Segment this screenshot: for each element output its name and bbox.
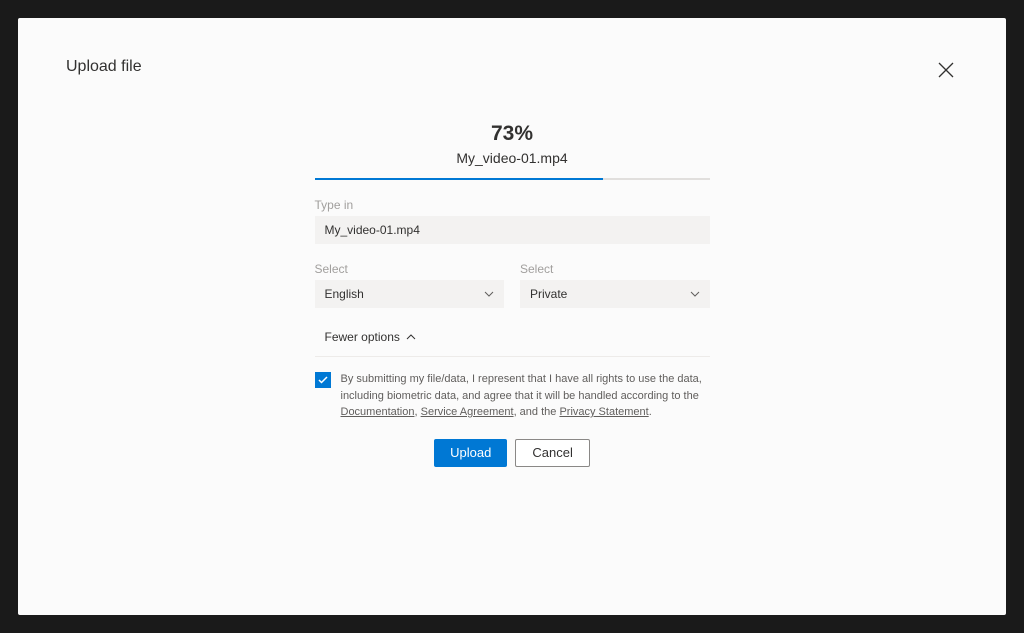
filename-label: Type in — [315, 198, 710, 212]
service-agreement-link[interactable]: Service Agreement — [421, 406, 514, 418]
fewer-options-label: Fewer options — [325, 330, 400, 344]
consent-text: By submitting my file/data, I represent … — [341, 371, 710, 421]
privacy-statement-link[interactable]: Privacy Statement — [559, 406, 648, 418]
upload-content: 73% My_video-01.mp4 Type in Select Engli… — [315, 122, 710, 467]
language-value: English — [325, 287, 364, 301]
checkmark-icon — [318, 376, 328, 384]
cancel-button[interactable]: Cancel — [515, 439, 589, 467]
progress-fill — [315, 178, 603, 180]
consent-text-prefix: By submitting my file/data, I represent … — [341, 373, 702, 402]
language-field-group: Select English — [315, 262, 505, 308]
consent-row: By submitting my file/data, I represent … — [315, 371, 710, 421]
filename-input[interactable] — [315, 216, 710, 244]
chevron-up-icon — [406, 332, 416, 342]
progress-filename: My_video-01.mp4 — [315, 150, 710, 166]
chevron-down-icon — [690, 289, 700, 299]
fewer-options-toggle[interactable]: Fewer options — [325, 330, 416, 344]
close-icon — [938, 62, 954, 78]
dialog-title: Upload file — [66, 58, 958, 76]
consent-sep2: , and the — [514, 406, 560, 418]
chevron-down-icon — [484, 289, 494, 299]
privacy-select[interactable]: Private — [520, 280, 710, 308]
documentation-link[interactable]: Documentation — [341, 406, 415, 418]
progress-bar — [315, 178, 710, 180]
privacy-value: Private — [530, 287, 567, 301]
language-label: Select — [315, 262, 505, 276]
upload-dialog: Upload file 73% My_video-01.mp4 Type in … — [18, 18, 1006, 615]
progress-percent: 73% — [315, 122, 710, 146]
divider — [315, 356, 710, 357]
action-row: Upload Cancel — [315, 439, 710, 467]
upload-button[interactable]: Upload — [434, 439, 507, 467]
filename-field-group: Type in — [315, 198, 710, 244]
privacy-label: Select — [520, 262, 710, 276]
language-select[interactable]: English — [315, 280, 505, 308]
privacy-field-group: Select Private — [520, 262, 710, 308]
consent-suffix: . — [649, 406, 652, 418]
close-button[interactable] — [934, 58, 958, 82]
consent-checkbox[interactable] — [315, 372, 331, 388]
